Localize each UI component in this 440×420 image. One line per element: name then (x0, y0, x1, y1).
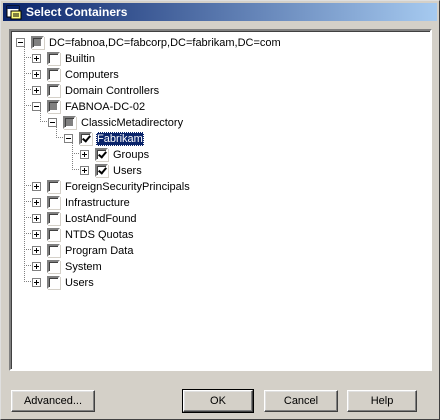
select-containers-dialog: Select Containers DC=fabnoa,DC=fabcorp,D… (0, 0, 440, 420)
tree-node[interactable]: FABNOA-DC-02 (11, 99, 421, 115)
tree-node-label[interactable]: Computers (64, 68, 120, 82)
expand-plus-icon[interactable] (32, 198, 41, 207)
cancel-button[interactable]: Cancel (264, 390, 338, 412)
tree-node[interactable]: ClassicMetadirectory (11, 115, 421, 131)
node-checkbox[interactable] (47, 52, 60, 65)
tree-node[interactable]: Builtin (11, 51, 421, 67)
tree-node[interactable]: NTDS Quotas (11, 227, 421, 243)
tree-node-label[interactable]: Users (64, 276, 95, 290)
expand-plus-icon[interactable] (32, 70, 41, 79)
expand-plus-icon[interactable] (32, 86, 41, 95)
tree-node[interactable]: Infrastructure (11, 195, 421, 211)
node-checkbox[interactable] (47, 84, 60, 97)
node-checkbox[interactable] (47, 196, 60, 209)
tree-node[interactable]: Domain Controllers (11, 83, 421, 99)
tree-node-label[interactable]: Builtin (64, 52, 96, 66)
node-checkbox[interactable] (47, 228, 60, 241)
expand-plus-icon[interactable] (32, 54, 41, 63)
node-checkbox[interactable] (47, 212, 60, 225)
expand-plus-icon[interactable] (32, 214, 41, 223)
window-title: Select Containers (26, 5, 128, 19)
title-bar[interactable]: Select Containers (3, 3, 437, 21)
help-button[interactable]: Help (347, 390, 417, 412)
tree-node-label[interactable]: DC=fabnoa,DC=fabcorp,DC=fabrikam,DC=com (48, 36, 282, 50)
expand-plus-icon[interactable] (80, 166, 89, 175)
advanced-button[interactable]: Advanced... (11, 390, 95, 412)
tree-node-label[interactable]: Users (112, 164, 143, 178)
tree-node[interactable]: ForeignSecurityPrincipals (11, 179, 421, 195)
container-tree[interactable]: DC=fabnoa,DC=fabcorp,DC=fabrikam,DC=com B… (9, 29, 432, 371)
expand-plus-icon[interactable] (80, 150, 89, 159)
ok-button[interactable]: OK (182, 389, 254, 413)
collapse-minus-icon[interactable] (32, 102, 41, 111)
node-checkbox[interactable] (95, 148, 108, 161)
tree-node-label[interactable]: ForeignSecurityPrincipals (64, 180, 191, 194)
tree-node-label[interactable]: ClassicMetadirectory (80, 116, 184, 130)
node-checkbox[interactable] (63, 116, 76, 129)
node-checkbox[interactable] (79, 132, 92, 145)
node-checkbox[interactable] (47, 260, 60, 273)
tree-node[interactable]: Users (11, 163, 421, 179)
tree-node[interactable]: Groups (11, 147, 421, 163)
collapse-minus-icon[interactable] (64, 134, 73, 143)
tree-node[interactable]: System (11, 259, 421, 275)
collapse-minus-icon[interactable] (16, 38, 25, 47)
node-checkbox[interactable] (95, 164, 108, 177)
tree-node-label[interactable]: Domain Controllers (64, 84, 160, 98)
tree-node-label[interactable]: NTDS Quotas (64, 228, 134, 242)
tree-node-label[interactable]: Infrastructure (64, 196, 131, 210)
collapse-minus-icon[interactable] (48, 118, 57, 127)
node-checkbox[interactable] (47, 180, 60, 193)
expand-plus-icon[interactable] (32, 230, 41, 239)
tree-node-label[interactable]: Fabrikam (96, 132, 144, 146)
tree-node-label[interactable]: FABNOA-DC-02 (64, 100, 146, 114)
tree-node-label[interactable]: System (64, 260, 103, 274)
node-checkbox[interactable] (31, 36, 44, 49)
node-checkbox[interactable] (47, 244, 60, 257)
node-checkbox[interactable] (47, 276, 60, 289)
tree-node[interactable]: LostAndFound (11, 211, 421, 227)
tree-node[interactable]: Program Data (11, 243, 421, 259)
expand-plus-icon[interactable] (32, 278, 41, 287)
expand-plus-icon[interactable] (32, 182, 41, 191)
tree-node[interactable]: DC=fabnoa,DC=fabcorp,DC=fabrikam,DC=com (11, 35, 421, 51)
node-checkbox[interactable] (47, 68, 60, 81)
tree-node-label[interactable]: Groups (112, 148, 150, 162)
tree-node[interactable]: Fabrikam (11, 131, 421, 147)
tree-node[interactable]: Computers (11, 67, 421, 83)
expand-plus-icon[interactable] (32, 262, 41, 271)
node-checkbox[interactable] (47, 100, 60, 113)
app-window-icon (6, 5, 22, 20)
tree-node-label[interactable]: Program Data (64, 244, 134, 258)
tree-node[interactable]: Users (11, 275, 421, 291)
tree-node-label[interactable]: LostAndFound (64, 212, 138, 226)
expand-plus-icon[interactable] (32, 246, 41, 255)
